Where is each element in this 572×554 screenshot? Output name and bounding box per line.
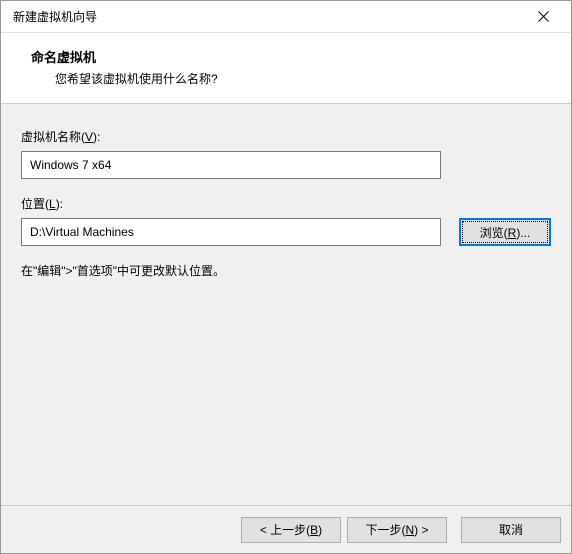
back-button[interactable]: < 上一步(B) <box>241 517 341 543</box>
titlebar: 新建虚拟机向导 <box>1 1 571 33</box>
vmname-label: 虚拟机名称(V): <box>21 128 551 145</box>
header-section: 命名虚拟机 您希望该虚拟机使用什么名称? <box>1 33 571 104</box>
close-icon <box>538 11 549 22</box>
browse-button[interactable]: 浏览(R)... <box>459 218 551 246</box>
window-title: 新建虚拟机向导 <box>13 8 523 25</box>
location-row: 浏览(R)... <box>21 218 551 246</box>
location-input[interactable] <box>21 218 441 246</box>
next-button[interactable]: 下一步(N) > <box>347 517 447 543</box>
page-title: 命名虚拟机 <box>31 47 551 66</box>
footer-buttons: < 上一步(B) 下一步(N) > 取消 <box>1 505 571 553</box>
vmname-input[interactable] <box>21 151 441 179</box>
content-area: 虚拟机名称(V): 位置(L): 浏览(R)... 在"编辑">"首选项"中可更… <box>1 104 571 505</box>
cancel-button[interactable]: 取消 <box>461 517 561 543</box>
wizard-window: 新建虚拟机向导 命名虚拟机 您希望该虚拟机使用什么名称? 虚拟机名称(V): 位… <box>0 0 572 554</box>
vmname-group: 虚拟机名称(V): <box>21 128 551 179</box>
location-label: 位置(L): <box>21 195 551 212</box>
close-button[interactable] <box>523 2 563 32</box>
hint-text: 在"编辑">"首选项"中可更改默认位置。 <box>21 262 551 279</box>
page-subtitle: 您希望该虚拟机使用什么名称? <box>31 70 551 87</box>
location-group: 位置(L): 浏览(R)... <box>21 195 551 246</box>
